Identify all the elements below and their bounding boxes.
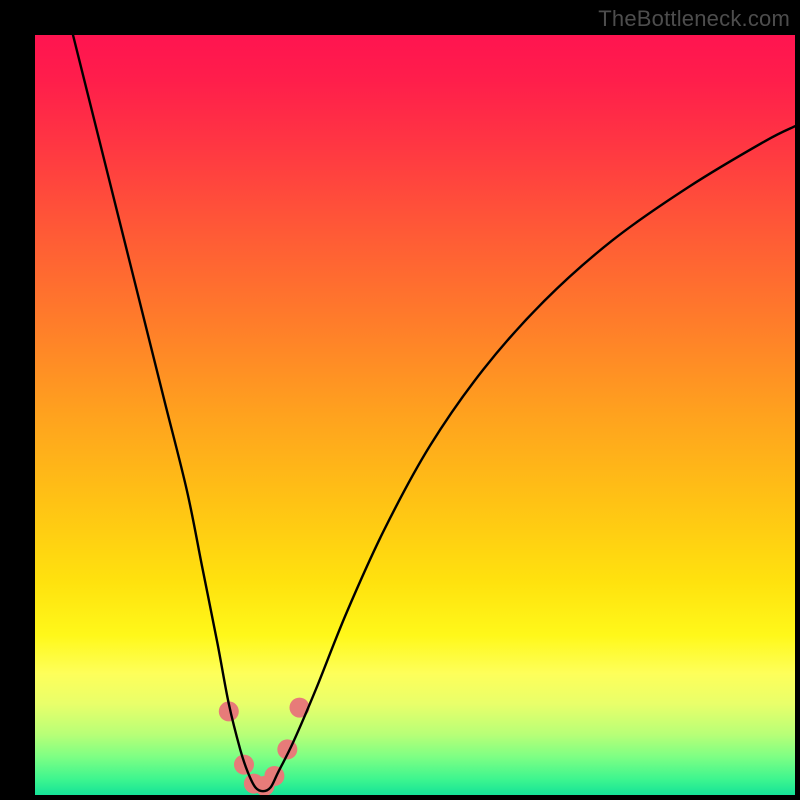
- chart-frame: TheBottleneck.com: [0, 0, 800, 800]
- marker-group: [219, 698, 310, 795]
- bottleneck-curve: [73, 35, 795, 791]
- chart-svg: [35, 35, 795, 795]
- attribution-text: TheBottleneck.com: [598, 6, 790, 32]
